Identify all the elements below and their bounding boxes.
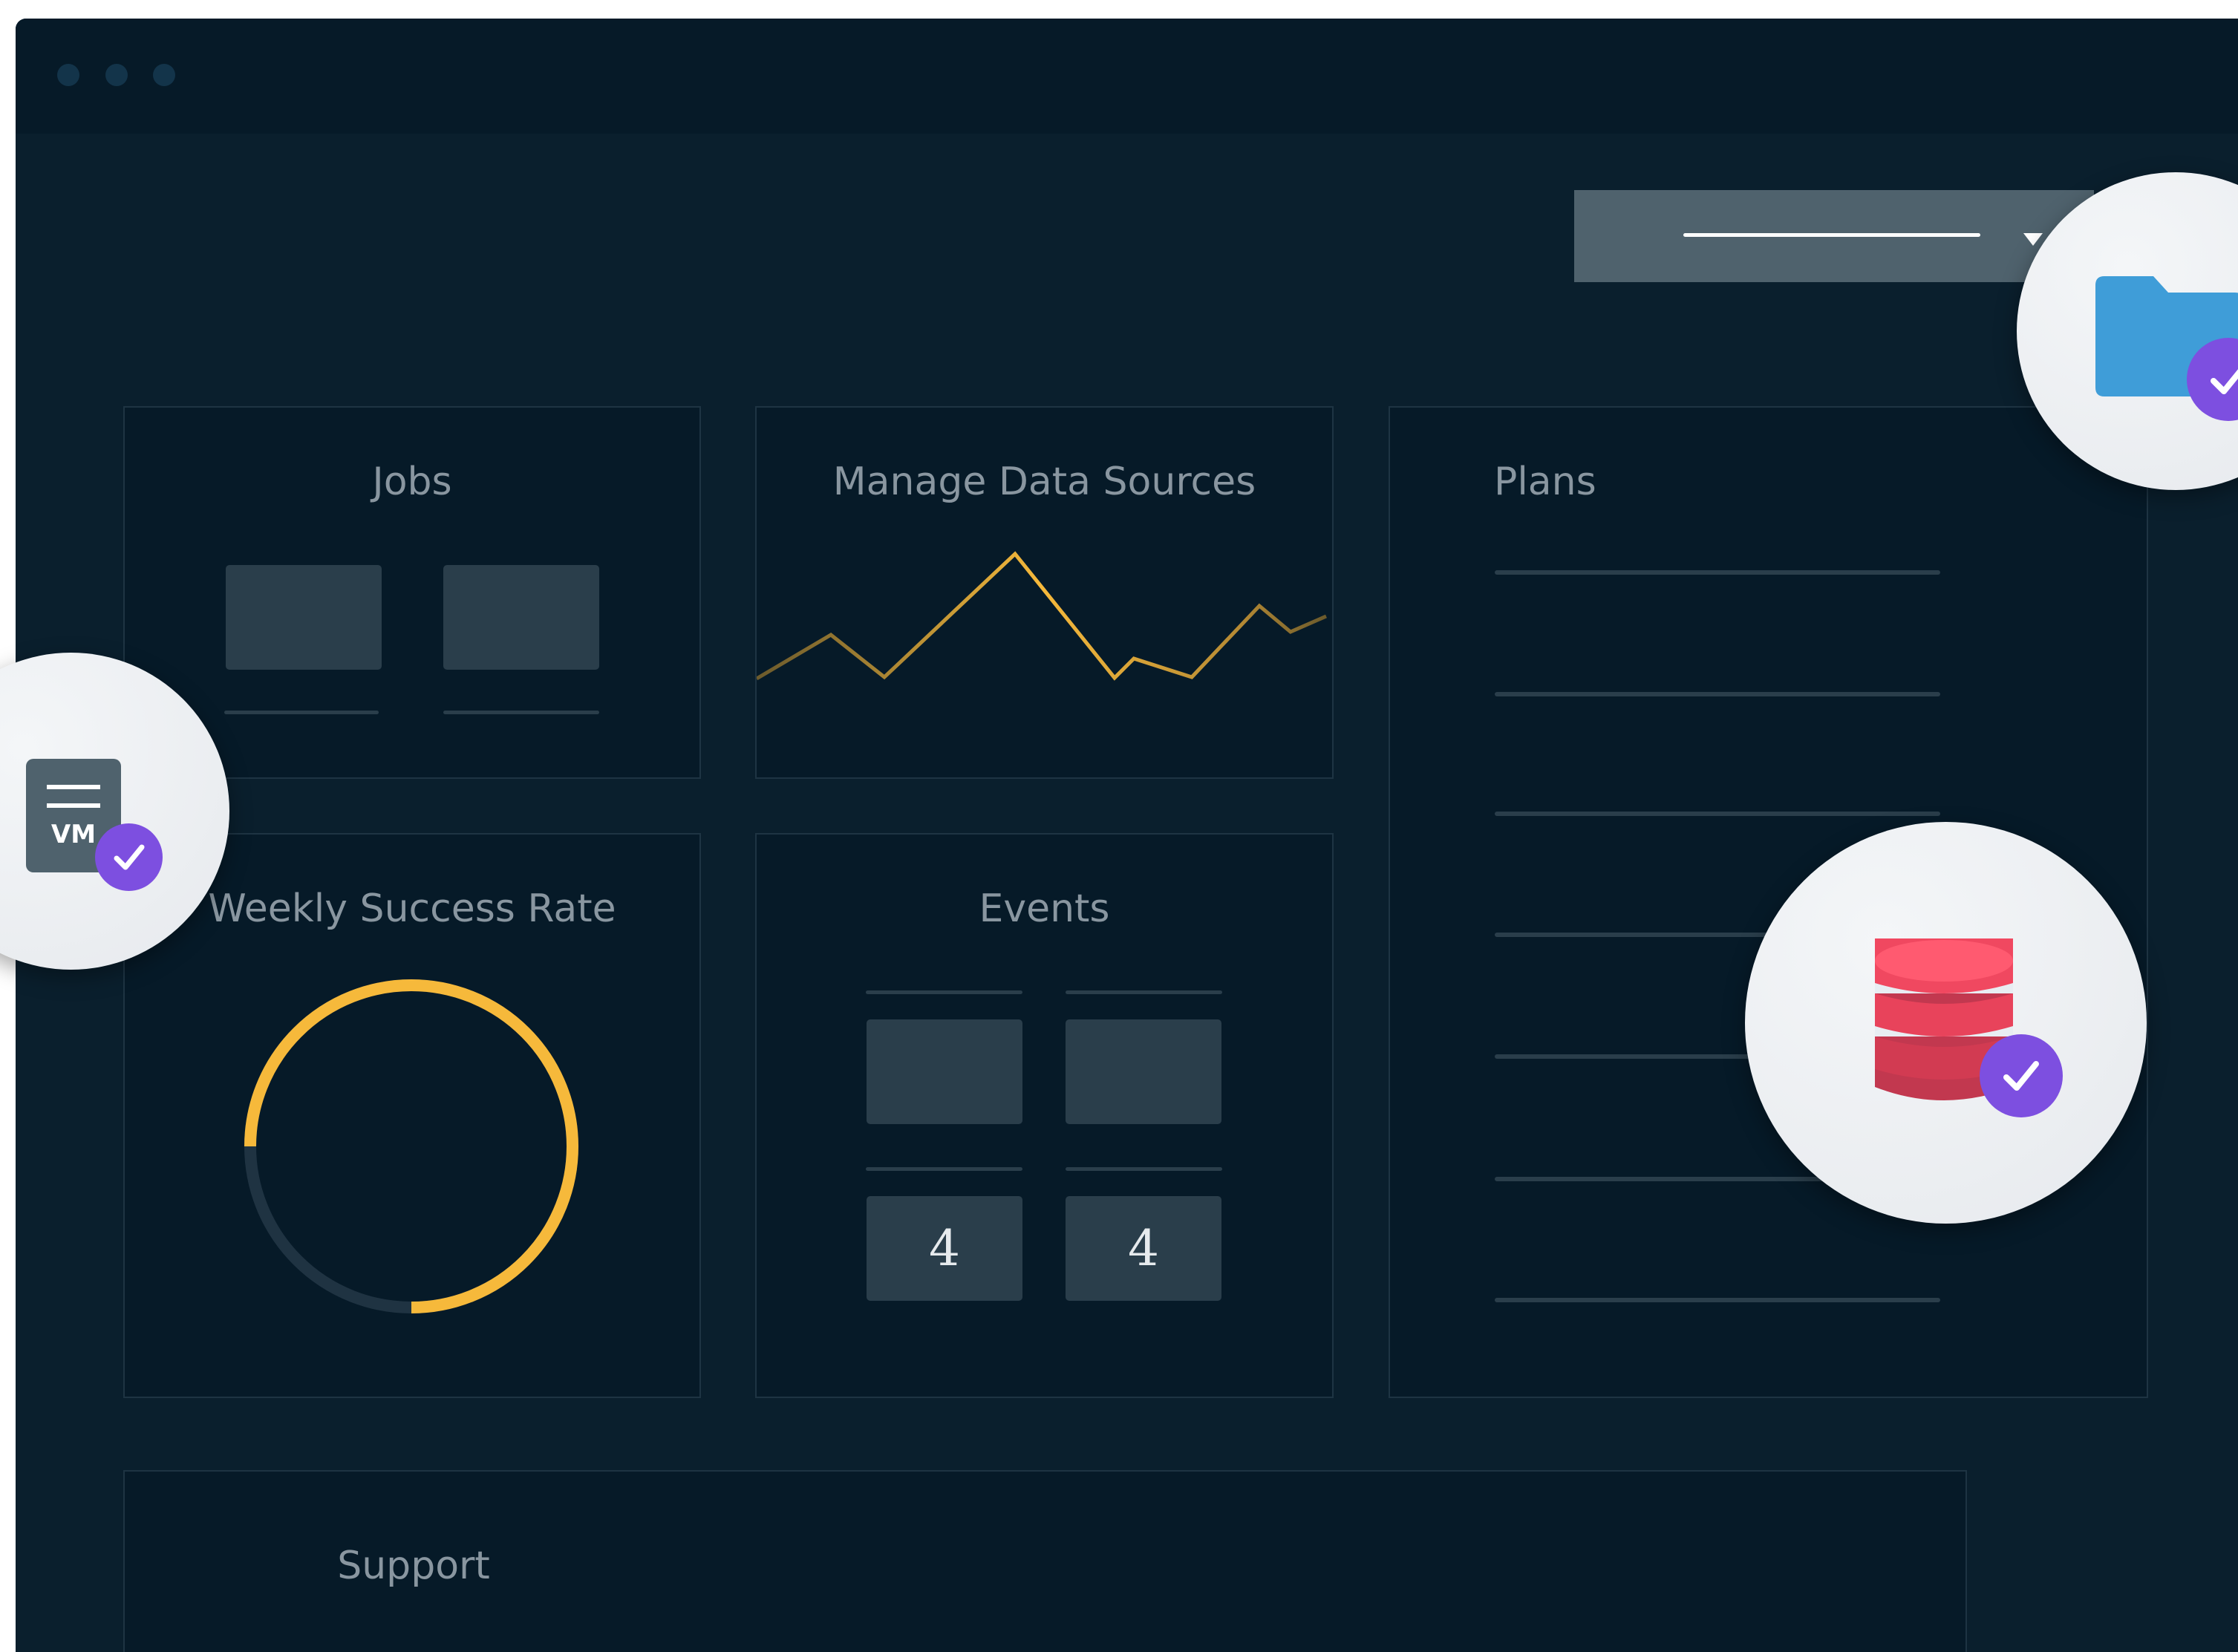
data-sources-sparkline [757, 551, 1328, 681]
plans-card-title: Plans [1494, 460, 1596, 504]
event-placeholder-block [1066, 1019, 1221, 1124]
job-placeholder-line [443, 711, 599, 714]
jobs-card[interactable]: Jobs [123, 406, 701, 779]
checkmark-icon [1980, 1034, 2063, 1117]
plan-item-line [1495, 812, 1940, 816]
event-placeholder-line [866, 1167, 1022, 1171]
event-placeholder-line [1066, 1167, 1222, 1171]
events-card-title: Events [979, 887, 1110, 931]
weekly-success-card[interactable]: Weekly Success Rate [123, 833, 701, 1398]
success-rate-ring [244, 979, 578, 1313]
job-placeholder-block [443, 565, 599, 670]
event-count: 4 [1066, 1196, 1221, 1301]
event-count: 4 [867, 1196, 1022, 1301]
job-placeholder-line [224, 711, 379, 714]
plan-item-line [1495, 570, 1940, 575]
support-card-title: Support [337, 1544, 490, 1588]
plan-item-line [1495, 692, 1940, 696]
filter-dropdown[interactable] [1574, 190, 2094, 282]
dropdown-placeholder-line [1683, 233, 1980, 237]
event-placeholder-line [866, 990, 1022, 994]
window-control-dot[interactable] [105, 64, 128, 86]
database-badge [1745, 822, 2147, 1224]
app-window: Jobs Manage Data Sources Plans Weekly Su… [16, 19, 2238, 1652]
jobs-card-title: Jobs [372, 460, 452, 504]
events-card[interactable]: Events 4 4 [755, 833, 1334, 1398]
event-placeholder-block [867, 1019, 1022, 1124]
event-placeholder-line [1066, 990, 1222, 994]
window-control-dot[interactable] [153, 64, 175, 86]
job-placeholder-block [226, 565, 382, 670]
data-sources-card[interactable]: Manage Data Sources [755, 406, 1334, 779]
support-card[interactable]: Support [123, 1470, 1967, 1652]
plan-item-line [1495, 1298, 1940, 1302]
window-control-dot[interactable] [57, 64, 79, 86]
title-bar [16, 19, 2238, 134]
chevron-down-icon [2023, 233, 2043, 246]
checkmark-icon [95, 823, 163, 891]
